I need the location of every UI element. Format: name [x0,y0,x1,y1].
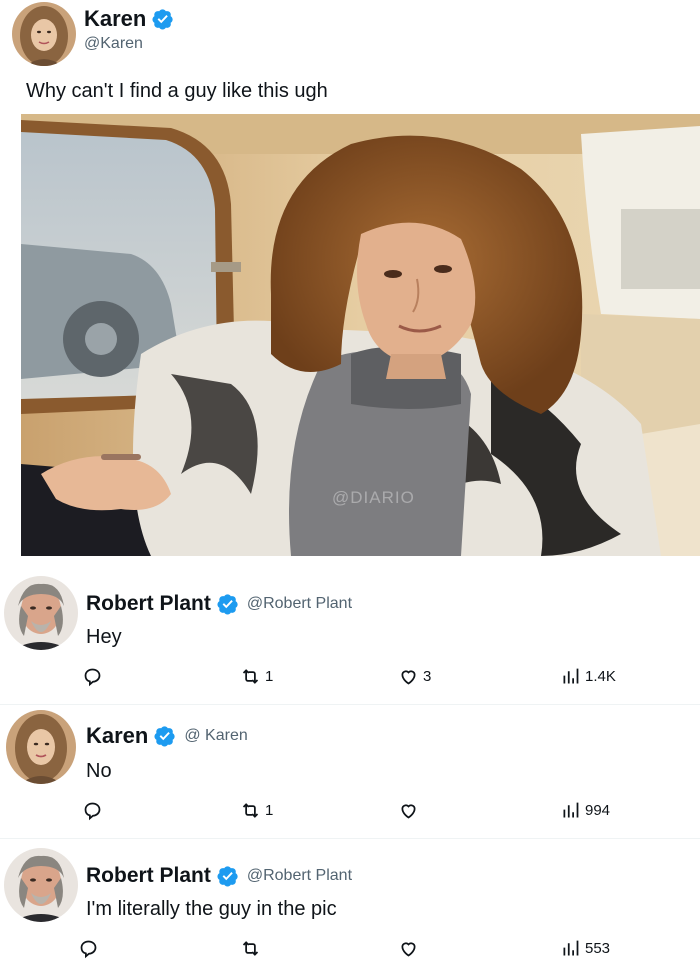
divider [0,704,700,705]
display-name[interactable]: Karen [86,723,148,749]
image-watermark: @DIARIO [332,488,415,507]
retweet-button[interactable]: 1 [240,796,273,824]
reply-text: I'm literally the guy in the pic [86,898,337,920]
avatar-robert-plant[interactable] [4,848,78,922]
reply-icon [84,668,101,686]
display-name[interactable]: Robert Plant [86,864,211,888]
retweet-button[interactable] [240,934,265,961]
reply-icon [84,802,101,820]
views-button[interactable]: 994 [560,796,610,824]
verified-badge-icon [152,8,174,30]
like-icon [401,669,416,685]
divider [0,838,700,839]
retweet-count: 1 [265,801,274,819]
reply-button[interactable] [82,796,107,824]
handle[interactable]: @ Karen [184,727,247,745]
avatar-robert-plant[interactable] [4,576,78,650]
views-icon [563,668,579,683]
reply-icon [80,940,97,958]
views-icon [563,802,579,817]
view-count: 1.4K [585,667,616,685]
verified-badge-icon [217,593,239,615]
views-icon [563,940,579,955]
retweet-count: 1 [265,667,274,685]
reply-button[interactable] [78,934,103,961]
reply-button[interactable] [82,662,107,690]
like-count: 3 [423,667,432,685]
view-count: 553 [585,939,611,957]
display-name[interactable]: Karen [84,6,146,32]
avatar-karen[interactable] [6,710,76,784]
like-icon [401,803,416,819]
verified-badge-icon [154,725,176,747]
display-name[interactable]: Robert Plant [86,592,211,616]
like-button[interactable]: 3 [398,662,431,690]
reply-header: Robert Plant @Robert Plant [86,592,352,616]
view-count: 994 [585,801,611,819]
like-button[interactable] [398,796,423,824]
handle[interactable]: @Karen [84,35,143,53]
retweet-icon [242,802,259,818]
retweet-icon [242,940,259,956]
verified-badge-icon [217,865,239,887]
handle[interactable]: @Robert Plant [247,595,352,613]
post-text: Why can't I find a guy like this ugh [26,80,328,102]
main-post-header: Karen [84,6,174,32]
like-button[interactable] [398,934,423,961]
reply-actions: 1 994 [0,796,700,824]
like-icon [401,941,416,957]
views-button[interactable]: 553 [560,934,610,961]
reply-header: Karen @ Karen [86,723,248,749]
retweet-button[interactable]: 1 [240,662,273,690]
reply-actions: 553 [0,934,700,961]
reply-actions: 1 3 1.4K [0,662,700,690]
reply-header: Robert Plant @Robert Plant [86,864,352,888]
avatar-karen[interactable] [12,2,76,66]
reply-text: Hey [86,626,122,648]
reply-text: No [86,760,112,782]
retweet-icon [242,668,259,684]
handle[interactable]: @Robert Plant [247,867,352,885]
views-button[interactable]: 1.4K [560,662,616,690]
